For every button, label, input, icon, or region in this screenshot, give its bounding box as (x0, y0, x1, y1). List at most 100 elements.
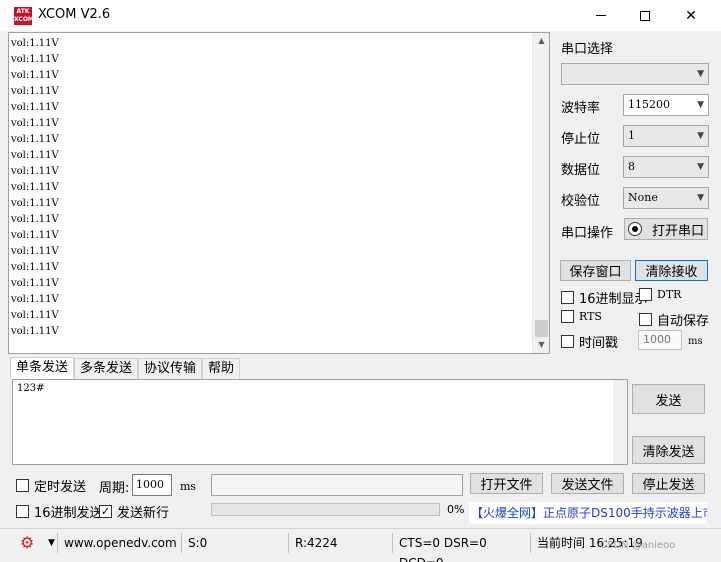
website-link[interactable]: www.openedv.com (57, 533, 179, 553)
auto-save-label: 自动保存 (657, 314, 710, 329)
send-button[interactable]: 发送 (632, 384, 705, 414)
watermark: CSDN @anieoo (600, 540, 676, 551)
baud-value: 115200 (628, 98, 670, 111)
send-input[interactable]: 123# (12, 379, 628, 465)
tab-protocol[interactable]: 协议传输 (138, 358, 203, 379)
timestamp-interval-input[interactable]: 1000 (638, 330, 682, 350)
receive-line: vol:1.11V (11, 54, 59, 65)
tab-single-send[interactable]: 单条发送 (10, 357, 75, 379)
save-window-label: 保存窗口 (569, 265, 622, 280)
scroll-down-icon[interactable]: ▼ (533, 337, 549, 353)
data-bits-value: 8 (628, 160, 635, 173)
send-button-label: 发送 (655, 393, 682, 409)
chevron-down-icon: ▼ (697, 193, 704, 203)
chevron-down-icon: ▼ (697, 131, 704, 141)
checkbox-icon (16, 505, 29, 518)
timestamp-label: 时间戳 (579, 336, 619, 351)
period-input[interactable]: 1000 (132, 474, 172, 496)
receive-lines: vol:1.11V vol:1.11V vol:1.11V vol:1.11V vol:… (11, 36, 59, 340)
receive-line: vol:1.11V (11, 150, 59, 161)
checkbox-icon (561, 335, 574, 348)
open-file-button[interactable]: 打开文件 (470, 473, 543, 494)
clear-send-button[interactable]: 清除发送 (632, 436, 705, 464)
app-logo: ATK XCOM (14, 7, 34, 25)
scroll-up-icon[interactable]: ▲ (533, 33, 549, 49)
checkbox-icon (639, 288, 652, 301)
stop-bits-label: 停止位 (561, 132, 601, 147)
parity-label: 校验位 (561, 194, 601, 209)
send-progress-bar (211, 503, 440, 516)
stop-send-label: 停止发送 (642, 478, 695, 493)
ad-link[interactable]: 【火爆全网】正点原子DS100手持示波器上市 (469, 502, 707, 524)
receive-line: vol:1.11V (11, 278, 59, 289)
receive-line: vol:1.11V (11, 86, 59, 97)
receive-line: vol:1.11V (11, 182, 59, 193)
send-scrollbar[interactable] (613, 380, 627, 464)
port-select[interactable]: ▼ (561, 63, 709, 85)
close-icon: ✕ (685, 7, 697, 24)
file-path-input[interactable] (211, 474, 463, 496)
sent-count: S:0 (181, 533, 287, 553)
auto-save-checkbox[interactable]: 自动保存 (639, 310, 709, 329)
caret-down-icon[interactable]: ▼ (48, 533, 55, 553)
hex-send-label: 16进制发送 (34, 506, 103, 521)
receive-scrollbar[interactable]: ▲ ▼ (532, 33, 549, 353)
checkmark-icon: ✓ (99, 505, 112, 518)
tab-multi-send[interactable]: 多条发送 (74, 358, 139, 379)
save-window-button[interactable]: 保存窗口 (560, 260, 631, 281)
received-count: R:4224 (288, 533, 392, 553)
hex-send-checkbox[interactable]: 16进制发送 (16, 502, 103, 521)
parity-value: None (628, 191, 658, 204)
hex-display-checkbox[interactable]: 16进制显示 (561, 288, 648, 307)
checkbox-icon (16, 479, 29, 492)
data-bits-label: 数据位 (561, 163, 601, 178)
receive-line: vol:1.11V (11, 38, 59, 49)
gear-icon[interactable]: ⚙ (20, 535, 34, 551)
receive-line: vol:1.11V (11, 294, 59, 305)
period-label: 周期: (99, 481, 130, 496)
open-port-button[interactable]: 打开串口 (624, 218, 708, 240)
scroll-thumb[interactable] (535, 320, 548, 337)
receive-line: vol:1.11V (11, 246, 59, 257)
hex-display-label: 16进制显示 (579, 292, 648, 307)
chevron-down-icon: ▼ (697, 69, 704, 79)
close-button[interactable]: ✕ (668, 0, 714, 31)
receive-line: vol:1.11V (11, 118, 59, 129)
parity-select[interactable]: None ▼ (623, 187, 709, 209)
baud-select[interactable]: 115200 ▼ (623, 94, 709, 116)
stop-send-button[interactable]: 停止发送 (632, 473, 705, 494)
tab-help[interactable]: 帮助 (202, 358, 241, 379)
dtr-checkbox[interactable]: DTR (639, 288, 681, 301)
receive-area[interactable]: vol:1.11V vol:1.11V vol:1.11V vol:1.11V vol:… (8, 32, 550, 354)
stop-bits-value: 1 (628, 129, 635, 142)
send-file-button[interactable]: 发送文件 (551, 473, 624, 494)
data-bits-select[interactable]: 8 ▼ (623, 156, 709, 178)
rts-checkbox[interactable]: RTS (561, 310, 602, 323)
receive-line: vol:1.11V (11, 230, 59, 241)
rts-label: RTS (579, 310, 602, 323)
checkbox-icon (561, 310, 574, 323)
stop-bits-select[interactable]: 1 ▼ (623, 125, 709, 147)
timed-send-checkbox[interactable]: 定时发送 (16, 476, 86, 495)
receive-line: vol:1.11V (11, 134, 59, 145)
receive-line: vol:1.11V (11, 166, 59, 177)
port-operation-label: 串口操作 (561, 226, 614, 241)
send-tabs: 单条发送 多条发送 协议传输 帮助 (10, 357, 241, 379)
receive-line: vol:1.11V (11, 102, 59, 113)
chevron-down-icon: ▼ (697, 100, 704, 110)
receive-line: vol:1.11V (11, 310, 59, 321)
title-bar: ATK XCOM XCOM V2.6 ✕ (0, 0, 721, 31)
open-port-label: 打开串口 (651, 223, 704, 239)
maximize-button[interactable] (622, 0, 668, 31)
send-newline-label: 发送新行 (117, 506, 170, 521)
port-select-label: 串口选择 (561, 42, 614, 57)
timestamp-checkbox[interactable]: 时间戳 (561, 332, 618, 351)
receive-line: vol:1.11V (11, 198, 59, 209)
clear-receive-label: 清除接收 (645, 265, 698, 280)
send-text: 123# (17, 383, 45, 394)
send-newline-checkbox[interactable]: ✓ 发送新行 (99, 502, 169, 521)
timed-send-label: 定时发送 (34, 480, 87, 495)
window-title: XCOM V2.6 (38, 7, 111, 22)
minimize-button[interactable] (578, 0, 624, 31)
clear-receive-button[interactable]: 清除接收 (635, 260, 708, 281)
